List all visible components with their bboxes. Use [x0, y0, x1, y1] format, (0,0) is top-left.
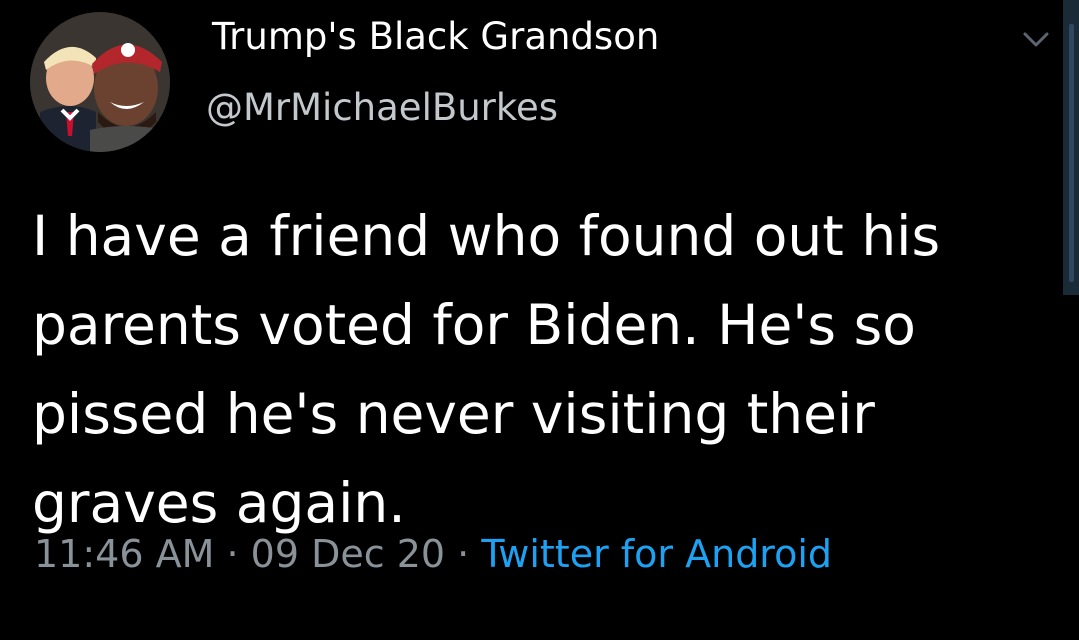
author-handle[interactable]: @MrMichaelBurkes: [206, 86, 558, 129]
author-display-name[interactable]: Trump's Black Grandson: [212, 15, 659, 58]
tweet-body-line: I have a friend who found out his: [32, 204, 941, 268]
tweet-source-link[interactable]: Twitter for Android: [481, 532, 832, 576]
tweet-card: Trump's Black Grandson @MrMichaelBurkes …: [0, 0, 1079, 640]
chevron-down-icon[interactable]: [1018, 22, 1054, 58]
tweet-date[interactable]: 09 Dec 20: [251, 532, 445, 576]
tweet-body-line: parents voted for Biden. He's so: [32, 293, 916, 357]
avatar-image: [30, 12, 170, 152]
scrollbar[interactable]: [1063, 0, 1079, 295]
scrollbar-thumb[interactable]: [1069, 24, 1074, 282]
avatar[interactable]: [30, 12, 170, 152]
meta-separator: ·: [226, 532, 239, 576]
tweet-time[interactable]: 11:46 AM: [34, 532, 214, 576]
tweet-body: I have a friend who found out his parent…: [32, 192, 1042, 548]
tweet-body-line: pissed he's never visiting their: [32, 382, 875, 446]
meta-separator: ·: [457, 532, 470, 576]
tweet-metadata: 11:46 AM · 09 Dec 20 · Twitter for Andro…: [34, 532, 832, 576]
